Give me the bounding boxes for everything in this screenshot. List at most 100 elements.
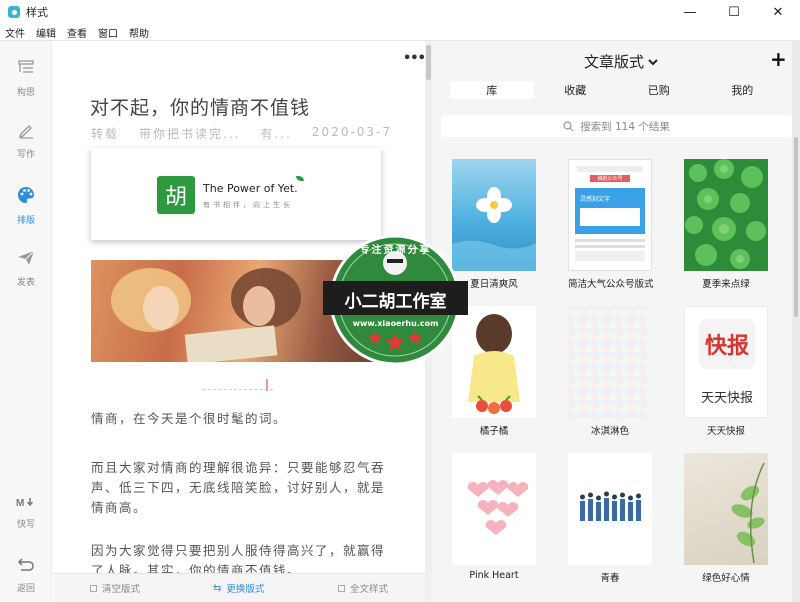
leaf-icon <box>296 176 304 181</box>
article-meta: 转载 带你把书读完... 有... 2020-03-7 <box>91 125 392 142</box>
section-divider <box>203 384 273 390</box>
tab-library[interactable]: 库 <box>450 81 534 99</box>
close-button[interactable]: ✕ <box>756 0 800 24</box>
clear-icon <box>90 584 97 592</box>
layout-thumbnail <box>568 453 652 565</box>
layout-panel: 文章版式 + 库 收藏 已购 我的 搜索到 114 个结果 夏日清爽风 稿纸公众… <box>432 41 800 602</box>
meta-date: 2020-03-7 <box>311 125 393 139</box>
meta-author: 带你把书读完... <box>139 127 241 141</box>
panel-title[interactable]: 文章版式 <box>584 51 659 72</box>
sidebar-item-label: 快写 <box>16 520 35 530</box>
layout-thumbnail <box>684 453 768 565</box>
chevron-down-icon <box>648 58 658 65</box>
layout-thumbnail: 快报 天天快报 <box>684 306 768 418</box>
layout-name: 天天快报 <box>706 426 745 437</box>
maximize-button[interactable]: ☐ <box>712 0 756 24</box>
search-icon <box>563 120 574 131</box>
window-controls: — ☐ ✕ <box>668 0 800 24</box>
tab-purchased[interactable]: 已购 <box>617 81 701 99</box>
sidebar-item-label: 排版 <box>16 216 35 226</box>
pen-icon <box>18 125 33 139</box>
panel-scrollbar[interactable] <box>792 41 800 602</box>
layout-thumbnail <box>568 306 652 418</box>
layout-card[interactable]: 稿纸公众号 灵感刻文字 简洁大气公众号版式 <box>568 159 654 290</box>
layout-name: 冰淇淋色 <box>590 426 629 437</box>
sidebar-item-label: 发表 <box>16 278 35 288</box>
kuaibao-logo: 快报 <box>699 319 755 369</box>
svg-text:M: M <box>16 498 24 509</box>
layout-name: 橘子橘 <box>479 426 509 437</box>
sidebar-item-label: 构思 <box>16 88 35 98</box>
menu-window[interactable]: 窗口 <box>93 25 124 40</box>
layout-card[interactable]: 冰淇淋色 <box>568 306 652 437</box>
full-text-style-label: 全文样式 <box>350 584 389 595</box>
window-title: 样式 <box>26 6 48 19</box>
paper-plane-icon <box>18 250 35 265</box>
search-input[interactable]: 搜索到 114 个结果 <box>441 115 792 137</box>
layout-thumbnail <box>452 453 536 565</box>
replace-layout-button[interactable]: ⇆ 更换版式 <box>213 581 265 596</box>
replace-layout-label: 更换版式 <box>226 584 265 595</box>
watermark-url: www.xiaoerhu.com <box>352 319 439 328</box>
back-arrow-icon <box>17 558 34 571</box>
layout-card[interactable]: 夏季来点绿 <box>684 159 768 290</box>
header-banner: 胡 The Power of Yet. 有书相伴，向上生长 <box>91 148 381 240</box>
palette-icon <box>18 187 34 203</box>
menu-edit[interactable]: 编辑 <box>31 25 62 40</box>
menu-view[interactable]: 查看 <box>62 25 93 40</box>
panel-tabs: 库 收藏 已购 我的 <box>450 81 784 99</box>
paragraph: 情商，在今天是个很时髦的词。 <box>91 411 288 426</box>
banner-slogan: The Power of Yet. <box>203 182 298 195</box>
layout-name: 绿色好心情 <box>702 573 750 584</box>
layout-thumbnail <box>684 159 768 271</box>
layout-name: 简洁大气公众号版式 <box>568 279 654 290</box>
paragraph: 因为大家觉得只要把别人服侍得高兴了，就赢得了人脉。其实，你的情商不值钱。 <box>91 543 386 573</box>
sidebar-item-outline[interactable]: 构思 <box>0 59 52 99</box>
add-layout-button[interactable]: + <box>770 47 787 71</box>
wechat-body-text: 灵感刻文字 <box>580 196 611 203</box>
sidebar-item-layout[interactable]: 排版 <box>0 185 52 227</box>
sidebar-item-back[interactable]: 返回 <box>0 555 52 595</box>
refresh-icon: ⇆ <box>213 582 222 594</box>
more-options-button[interactable]: ••• <box>403 51 425 66</box>
sidebar-item-publish[interactable]: 发表 <box>0 249 52 289</box>
tab-mine[interactable]: 我的 <box>701 81 785 99</box>
title-bar: 样式 — ☐ ✕ <box>0 0 800 24</box>
menu-help[interactable]: 帮助 <box>124 25 155 40</box>
scrollbar-thumb[interactable] <box>794 137 798 317</box>
sidebar-item-quickwrite[interactable]: M 快写 <box>0 495 52 531</box>
divider-accent <box>266 379 268 391</box>
layout-card[interactable]: 绿色好心情 <box>684 453 768 584</box>
layout-card[interactable]: 青春 <box>568 453 652 584</box>
watermark-main-text: 小二胡工作室 <box>344 292 447 312</box>
article-title: 对不起，你的情商不值钱 <box>90 97 311 119</box>
brand-logo: 胡 <box>157 176 195 214</box>
meta-extra: 有... <box>260 127 292 141</box>
clear-layout-label: 清空版式 <box>102 584 141 595</box>
panel-title-label: 文章版式 <box>584 53 645 71</box>
tab-favorites[interactable]: 收藏 <box>534 81 618 99</box>
menu-file[interactable]: 文件 <box>0 25 31 40</box>
layout-name: 青春 <box>600 573 620 584</box>
sidebar-item-label: 返回 <box>16 584 35 594</box>
wechat-header-text: 稿纸公众号 <box>590 175 630 182</box>
meta-source: 转载 <box>91 127 120 141</box>
full-text-style-button[interactable]: 全文样式 <box>338 581 388 595</box>
layout-card[interactable]: 快报 天天快报 天天快报 <box>684 306 768 437</box>
paragraph: 而且大家对情商的理解很诡异：只要能够忍气吞声、低三下四，无底线陪笑脸，讨好别人，… <box>91 460 386 515</box>
app-icon <box>8 6 20 18</box>
sidebar-item-label: 写作 <box>16 150 35 160</box>
watermark-badge: 专注资源分享 小二胡工作室 www.xiaoerhu.com <box>323 233 468 367</box>
outline-icon <box>18 60 34 73</box>
minimize-button[interactable]: — <box>668 0 712 24</box>
layout-name: 夏季来点绿 <box>702 279 750 290</box>
editor-footer: 清空版式 ⇆ 更换版式 全文样式 <box>53 573 425 602</box>
layout-name: Pink Heart <box>469 570 519 581</box>
menu-bar: 文件 编辑 查看 窗口 帮助 <box>0 24 800 41</box>
sidebar-item-write[interactable]: 写作 <box>0 121 52 161</box>
watermark-top-text: 专注资源分享 <box>359 245 432 256</box>
clear-layout-button[interactable]: 清空版式 <box>90 581 140 595</box>
layout-card[interactable]: Pink Heart <box>452 453 536 581</box>
scrollbar-thumb[interactable] <box>426 45 431 80</box>
markdown-icon: M <box>16 498 34 509</box>
